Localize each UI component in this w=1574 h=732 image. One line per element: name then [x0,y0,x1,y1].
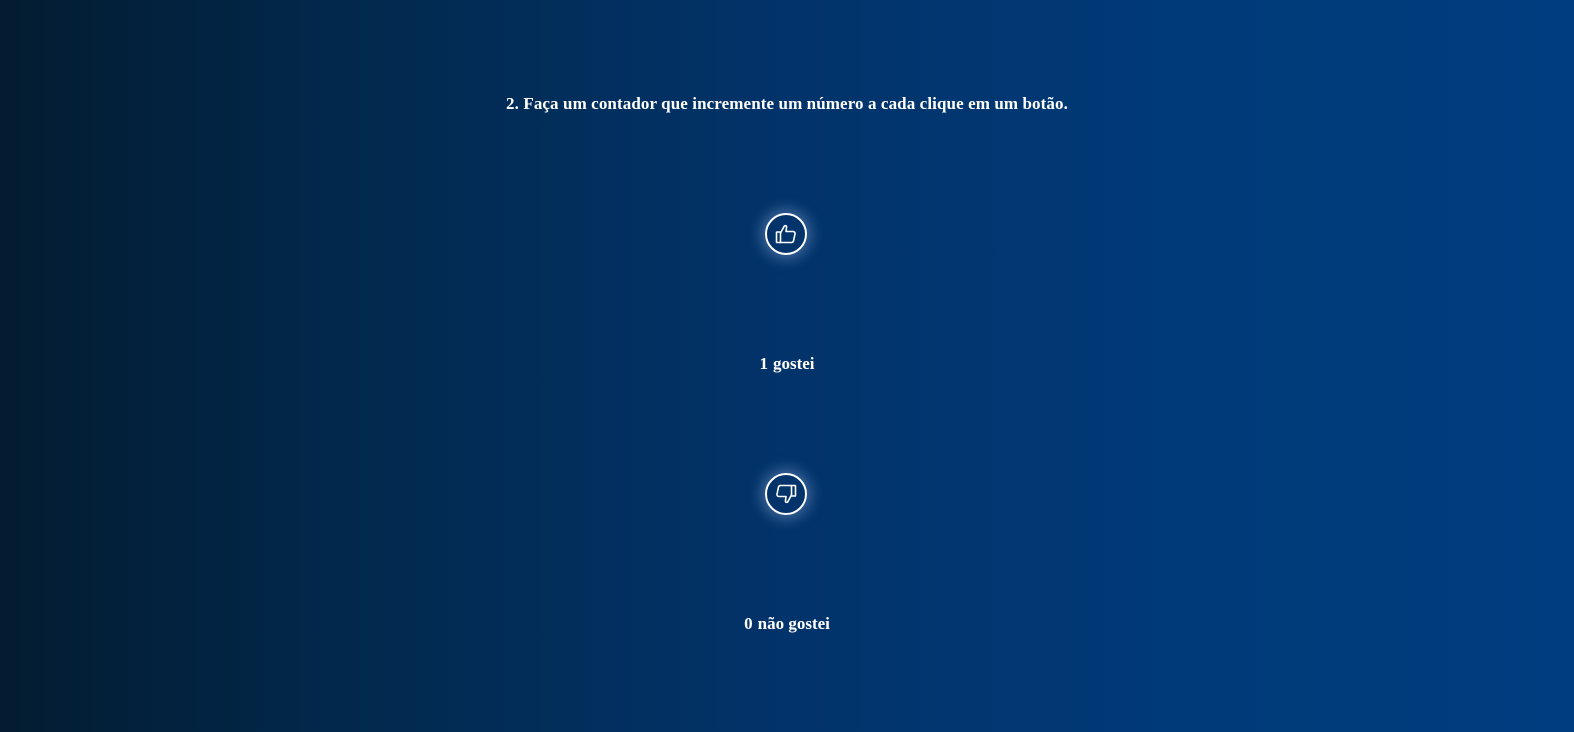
like-counter: 1 gostei [0,354,1574,374]
page-frame: 2. Faça um contador que incremente um nú… [0,0,1574,732]
dislike-button[interactable] [765,473,807,515]
like-count-label: gostei [772,354,815,373]
like-button[interactable] [765,213,807,255]
page-title: 2. Faça um contador que incremente um nú… [506,94,1068,113]
thumbs-down-icon [774,482,798,506]
dislike-count-value: 0 [744,614,753,633]
thumbs-up-icon [774,222,798,246]
dislike-counter: 0 não gostei [0,614,1574,634]
like-count-value: 1 [759,354,768,373]
dislike-count-label: não gostei [757,614,830,633]
